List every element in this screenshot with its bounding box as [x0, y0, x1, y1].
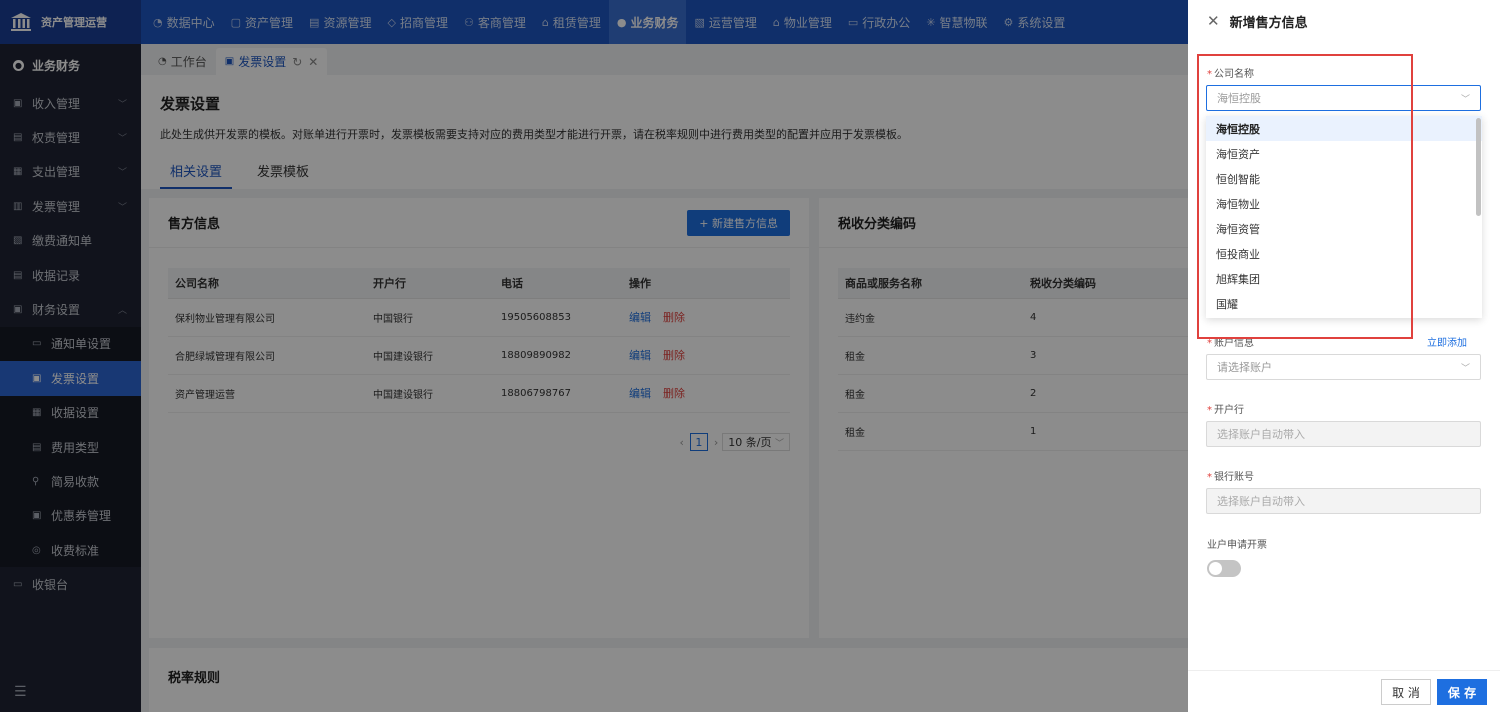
apply-invoice-toggle[interactable]: [1207, 560, 1241, 577]
bank-account-field: 选择账户自动带入: [1206, 488, 1481, 514]
close-icon[interactable]: ✕: [1207, 12, 1220, 30]
save-button[interactable]: 保 存: [1437, 679, 1487, 705]
dropdown-option[interactable]: 海恒资管: [1206, 216, 1482, 241]
dropdown-scrollbar[interactable]: [1476, 118, 1481, 216]
add-account-link[interactable]: 立即添加: [1427, 334, 1467, 349]
required-mark: *: [1207, 69, 1212, 80]
account-select[interactable]: 请选择账户 ﹀: [1206, 354, 1481, 380]
cancel-button[interactable]: 取 消: [1381, 679, 1431, 705]
required-mark: *: [1207, 405, 1212, 416]
account-label-text: 账户信息: [1214, 338, 1254, 349]
modal-overlay[interactable]: [0, 0, 1188, 712]
bank-field: 选择账户自动带入: [1206, 421, 1481, 447]
dropdown-option[interactable]: 海恒资产: [1206, 141, 1482, 166]
dropdown-option[interactable]: 旭辉集团: [1206, 266, 1482, 291]
bank-account-placeholder: 选择账户自动带入: [1217, 495, 1305, 508]
company-dropdown: 海恒控股 海恒资产 恒创智能 海恒物业 海恒资管 恒投商业 旭辉集团 国耀: [1206, 116, 1482, 318]
account-select-placeholder: 请选择账户: [1217, 361, 1272, 374]
drawer-title: 新增售方信息: [1229, 15, 1308, 31]
dropdown-option[interactable]: 恒创智能: [1206, 166, 1482, 191]
required-mark: *: [1207, 472, 1212, 483]
chevron-down-icon: ﹀: [1460, 94, 1470, 105]
new-seller-drawer: ✕ 新增售方信息 * 公司名称 海恒控股 ﹀ * 账户信息 立即添加 请选择账户 ﹀…: [1188, 0, 1500, 712]
company-label: * 公司名称: [1207, 65, 1254, 80]
dropdown-option[interactable]: 海恒物业: [1206, 191, 1482, 216]
account-label: * 账户信息: [1207, 334, 1254, 349]
dropdown-option[interactable]: 恒投商业: [1206, 241, 1482, 266]
dropdown-option[interactable]: 海恒控股: [1206, 116, 1482, 141]
apply-invoice-label: 业户申请开票: [1207, 540, 1267, 551]
bank-field-placeholder: 选择账户自动带入: [1217, 428, 1305, 441]
dropdown-option[interactable]: 国耀: [1206, 291, 1482, 316]
drawer-header: ✕ 新增售方信息: [1188, 0, 1500, 42]
bank-label: * 开户行: [1207, 401, 1244, 416]
bankno-label: * 银行账号: [1207, 468, 1254, 483]
drawer-footer: 取 消 保 存: [1188, 670, 1500, 712]
company-select[interactable]: 海恒控股 ﹀: [1206, 85, 1481, 111]
bank-label-text: 开户行: [1214, 405, 1244, 416]
company-select-value: 海恒控股: [1217, 92, 1261, 105]
required-mark: *: [1207, 338, 1212, 349]
bankno-label-text: 银行账号: [1214, 472, 1254, 483]
chevron-down-icon: ﹀: [1460, 363, 1470, 374]
company-label-text: 公司名称: [1214, 69, 1254, 80]
